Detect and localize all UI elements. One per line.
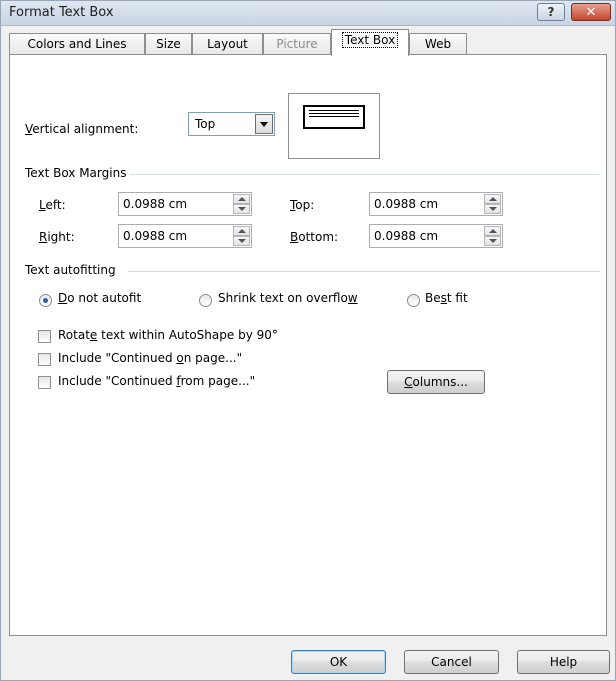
right-margin-label: Right:	[39, 230, 75, 244]
margins-section-title: Text Box Margins	[25, 166, 127, 180]
tab-size[interactable]: Size	[145, 33, 192, 55]
left-margin-field[interactable]: 0.0988 cm	[118, 192, 252, 216]
spin-up-icon[interactable]	[233, 226, 250, 236]
radio-button[interactable]	[199, 294, 212, 307]
close-icon: ✕	[585, 4, 597, 20]
bottom-margin-value: 0.0988 cm	[374, 229, 439, 243]
checkbox[interactable]	[38, 353, 51, 366]
checkbox-label[interactable]: Rotate text within AutoShape by 90°	[58, 328, 278, 342]
tab-text-box[interactable]: Text Box	[331, 29, 409, 56]
right-margin-value: 0.0988 cm	[123, 229, 188, 243]
vertical-alignment-select[interactable]: Top	[188, 112, 275, 136]
spin-up-icon[interactable]	[484, 194, 501, 204]
tab-colors-and-lines[interactable]: Colors and Lines	[9, 33, 145, 55]
checkbox[interactable]	[38, 376, 51, 389]
tab-layout[interactable]: Layout	[192, 33, 263, 55]
cancel-button[interactable]: Cancel	[404, 650, 499, 674]
help-button[interactable]: Help	[517, 650, 610, 674]
tab-label: Layout	[207, 37, 248, 51]
spin-up-icon[interactable]	[484, 226, 501, 236]
tab-label: Text Box	[341, 32, 399, 48]
vertical-alignment-label: Vertical alignment:	[25, 122, 139, 136]
close-button[interactable]: ✕	[571, 3, 611, 21]
tab-label: Picture	[276, 37, 318, 51]
tab-label: Size	[156, 37, 181, 51]
bottom-margin-label: Bottom:	[290, 230, 339, 244]
help-title-button[interactable]: ?	[537, 3, 565, 21]
spin-down-icon[interactable]	[484, 236, 501, 246]
right-margin-field[interactable]: 0.0988 cm	[118, 224, 252, 248]
title-bar[interactable]: Format Text Box ? ✕	[1, 1, 615, 26]
ok-button[interactable]: OK	[291, 650, 386, 674]
format-text-box-dialog: Format Text Box ? ✕ Colors and Lines Siz…	[0, 0, 616, 681]
top-margin-label: Top:	[290, 198, 315, 212]
alignment-preview	[288, 93, 380, 159]
question-icon: ?	[547, 5, 555, 19]
bottom-margin-field[interactable]: 0.0988 cm	[369, 224, 503, 248]
radio-button[interactable]	[407, 294, 420, 307]
chevron-down-icon[interactable]	[255, 114, 273, 134]
radio-label[interactable]: Shrink text on overflow	[218, 291, 358, 305]
checkbox-label[interactable]: Include "Continued on page..."	[58, 351, 242, 365]
text-box-tab-panel: Vertical alignment: Top Text Box Margins…	[9, 54, 607, 636]
tab-label: Colors and Lines	[27, 37, 127, 51]
spin-down-icon[interactable]	[233, 204, 250, 214]
section-divider	[130, 174, 600, 175]
radio-button[interactable]	[39, 294, 52, 307]
section-divider	[128, 271, 600, 272]
radio-label[interactable]: Do not autofit	[58, 291, 141, 305]
spin-down-icon[interactable]	[233, 236, 250, 246]
tab-picture: Picture	[263, 33, 331, 55]
checkbox[interactable]	[38, 330, 51, 343]
left-margin-value: 0.0988 cm	[123, 197, 188, 211]
vertical-alignment-value: Top	[195, 117, 216, 131]
radio-label[interactable]: Best fit	[425, 291, 468, 305]
tab-label: Web	[424, 37, 452, 51]
left-margin-label: Left:	[39, 198, 66, 212]
top-margin-value: 0.0988 cm	[374, 197, 439, 211]
spin-up-icon[interactable]	[233, 194, 250, 204]
autofit-section-title: Text autofitting	[25, 263, 116, 277]
text-box-preview-icon	[303, 105, 365, 129]
window-title: Format Text Box	[9, 5, 114, 20]
top-margin-field[interactable]: 0.0988 cm	[369, 192, 503, 216]
spin-down-icon[interactable]	[484, 204, 501, 214]
tab-web[interactable]: Web	[409, 33, 467, 55]
checkbox-label[interactable]: Include "Continued from page..."	[58, 374, 255, 388]
columns-button[interactable]: Columns...	[387, 370, 485, 394]
